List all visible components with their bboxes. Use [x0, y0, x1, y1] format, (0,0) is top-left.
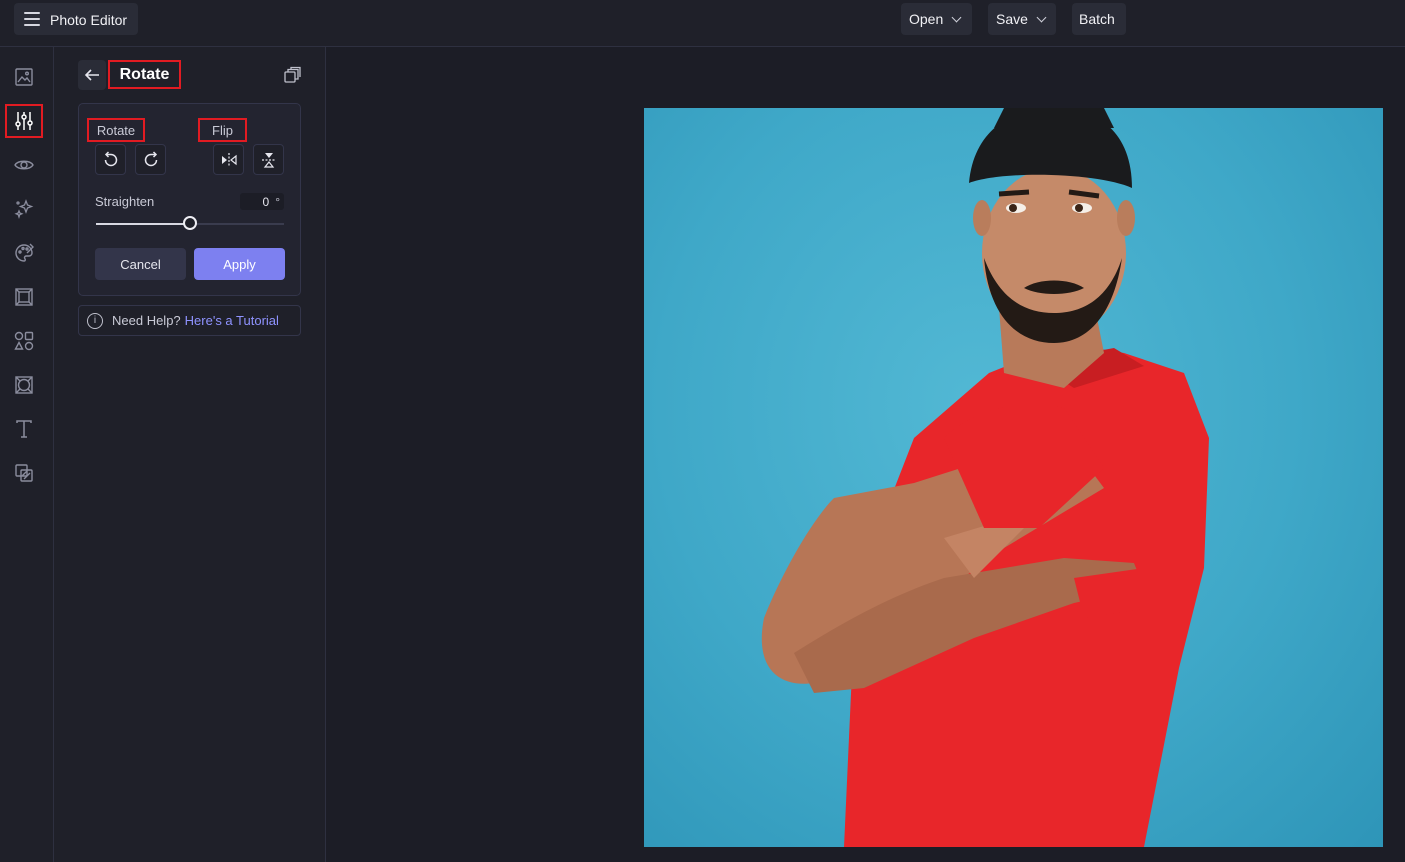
sidebar-item-text[interactable] [5, 412, 43, 446]
sidebar-item-graphics[interactable] [5, 324, 43, 358]
rotate-right-icon [144, 150, 157, 166]
top-bar: Photo Editor Open Save Batch [0, 0, 1405, 47]
chevron-down-icon [1036, 12, 1047, 22]
sidebar-item-adjust[interactable] [5, 104, 43, 138]
shapes-icon [14, 331, 34, 351]
batch-button[interactable]: Batch [1072, 3, 1126, 35]
palette-icon [15, 243, 34, 262]
panel-title: Rotate [108, 60, 181, 89]
chevron-down-icon [951, 12, 962, 22]
save-button-label: Save [996, 11, 1028, 27]
duplicate-button[interactable] [283, 66, 301, 84]
rotate-section-label: Rotate [87, 118, 145, 142]
flip-vertical-icon [261, 152, 276, 168]
sidebar-item-frames[interactable] [5, 280, 43, 314]
flip-vertical-button[interactable] [253, 144, 284, 175]
flip-horizontal-button[interactable] [213, 144, 244, 175]
degree-unit: ° [275, 194, 280, 209]
layers-icon [15, 464, 33, 482]
straighten-label: Straighten [95, 194, 155, 209]
tutorial-link[interactable]: Here's a Tutorial [185, 313, 279, 328]
frame-icon [15, 288, 33, 306]
rotate-card: Rotate Flip Straighten 0 ° Cancel Apply [78, 103, 301, 296]
cancel-button[interactable]: Cancel [95, 248, 186, 280]
flip-section-label: Flip [198, 118, 247, 142]
rotate-panel: Rotate Rotate Flip Straighten 0 ° Cancel… [54, 47, 326, 862]
app-menu-button[interactable]: Photo Editor [14, 3, 138, 35]
sidebar-item-effects[interactable] [5, 192, 43, 226]
straighten-value: 0 [262, 194, 270, 209]
arrow-left-icon [84, 69, 99, 81]
sidebar-item-artsy[interactable] [5, 236, 43, 270]
help-bar: i Need Help? Here's a Tutorial [78, 305, 301, 336]
photo-image[interactable] [644, 108, 1383, 847]
rotate-left-icon [104, 150, 117, 166]
back-button[interactable] [78, 60, 106, 90]
texture-icon [15, 376, 33, 394]
save-button[interactable]: Save [988, 3, 1056, 35]
eye-icon [14, 160, 34, 170]
text-icon [16, 420, 32, 438]
sidebar-item-view[interactable] [5, 148, 43, 182]
flip-horizontal-icon [221, 152, 237, 167]
sparkles-icon [14, 199, 34, 220]
sidebar-item-layers[interactable] [5, 456, 43, 490]
app-title: Photo Editor [50, 12, 128, 28]
image-icon [15, 68, 33, 86]
rotate-left-button[interactable] [95, 144, 126, 175]
rotate-right-button[interactable] [135, 144, 166, 175]
straighten-slider-fill [96, 223, 190, 225]
adjust-sliders-icon [15, 112, 33, 130]
help-text: Need Help? [112, 313, 181, 328]
open-button[interactable]: Open [901, 3, 972, 35]
sidebar-item-textures[interactable] [5, 368, 43, 402]
photo-illustration [761, 108, 1209, 847]
info-icon: i [87, 312, 103, 329]
sidebar-item-image[interactable] [5, 60, 43, 94]
open-button-label: Open [909, 11, 944, 27]
batch-button-label: Batch [1079, 11, 1115, 27]
tool-sidebar [0, 47, 54, 862]
straighten-value-input[interactable]: 0 ° [240, 193, 284, 210]
editor-canvas[interactable] [326, 47, 1405, 862]
copy-icon [284, 66, 301, 83]
hamburger-icon [24, 12, 40, 26]
apply-button[interactable]: Apply [194, 248, 285, 280]
straighten-slider-thumb[interactable] [183, 216, 197, 230]
